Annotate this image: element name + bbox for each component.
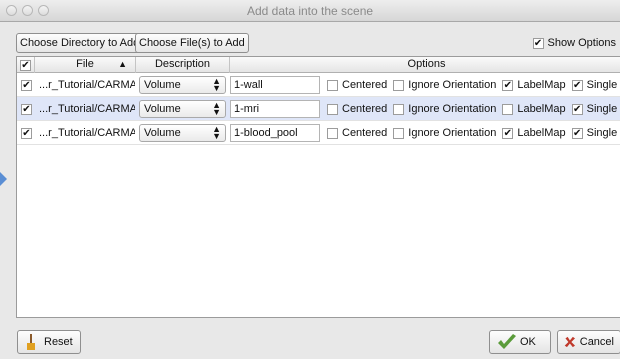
choose-directory-button[interactable]: Choose Directory to Add xyxy=(16,33,144,53)
cancel-label: Cancel xyxy=(579,336,614,348)
updown-arrows-icon: ▲ ▼ xyxy=(212,124,221,141)
file-path: ...r_Tutorial/CARMA- xyxy=(39,103,135,115)
centered-checkbox[interactable] xyxy=(327,79,338,91)
ignore-orientation-label: Ignore Orientation xyxy=(408,103,497,115)
single-file-label: Single File xyxy=(586,103,620,115)
updown-arrows-icon: ▲ ▼ xyxy=(212,76,221,93)
select-all-column[interactable]: ✔ xyxy=(17,57,35,73)
file-path: ...r_Tutorial/CARMA- xyxy=(39,127,135,139)
collapse-arrow-icon xyxy=(0,172,7,186)
reset-label: Reset xyxy=(44,336,73,348)
description-select[interactable]: Volume ▲ ▼ xyxy=(139,100,226,118)
file-path: ...r_Tutorial/CARMA- xyxy=(39,79,135,91)
row-select-checkbox[interactable]: ✔ xyxy=(21,79,32,91)
table-header: ✔ File ▲ Description Options xyxy=(17,57,620,73)
single-file-checkbox[interactable]: ✔ xyxy=(571,79,583,91)
labelmap-label: LabelMap xyxy=(517,127,566,139)
row-select-cell: ✔ xyxy=(21,121,32,145)
options-cell: Centered Ignore Orientation LabelMap ✔ Si… xyxy=(327,97,620,121)
single-file-option[interactable]: ✔Single File xyxy=(571,127,620,139)
centered-label: Centered xyxy=(342,103,388,115)
single-file-checkbox[interactable]: ✔ xyxy=(571,127,583,139)
show-options-label: Show Options xyxy=(547,37,616,49)
checkmark-arrow-icon xyxy=(498,334,516,349)
single-file-label: Single File xyxy=(586,79,620,91)
ignore-orientation-label: Ignore Orientation xyxy=(408,127,497,139)
data-table: ✔ File ▲ Description Options ✔ ...r_Tuto… xyxy=(16,56,620,318)
description-select[interactable]: Volume ▲ ▼ xyxy=(139,124,226,142)
name-cell: 1-blood_pool xyxy=(230,121,320,145)
options-cell: Centered Ignore Orientation ✔ LabelMap ✔ S… xyxy=(327,121,620,145)
select-all-checkbox[interactable]: ✔ xyxy=(20,59,31,71)
centered-checkbox[interactable] xyxy=(327,127,338,139)
ok-button[interactable]: OK xyxy=(489,330,551,354)
reset-button[interactable]: Reset xyxy=(17,330,81,354)
centered-label: Centered xyxy=(342,127,388,139)
labelmap-option[interactable]: LabelMap xyxy=(502,103,566,115)
node-name-input[interactable]: 1-mri xyxy=(230,100,320,118)
cancel-button[interactable]: Cancel xyxy=(557,330,620,354)
centered-option[interactable]: Centered xyxy=(327,127,387,139)
labelmap-option[interactable]: ✔ LabelMap xyxy=(502,127,566,139)
table-row[interactable]: ✔ ...r_Tutorial/CARMA- Volume ▲ ▼ 1-mri Ce… xyxy=(17,97,620,121)
labelmap-label: LabelMap xyxy=(517,103,566,115)
description-value: Volume xyxy=(144,127,181,139)
ignore-orientation-option[interactable]: Ignore Orientation xyxy=(393,103,496,115)
labelmap-label: LabelMap xyxy=(517,79,566,91)
table-row[interactable]: ✔ ...r_Tutorial/CARMA- Volume ▲ ▼ 1-wall C… xyxy=(17,73,620,97)
cancel-x-icon xyxy=(564,336,576,348)
description-cell: Volume ▲ ▼ xyxy=(139,73,226,97)
options-cell: Centered Ignore Orientation ✔ LabelMap ✔ S… xyxy=(327,73,620,97)
node-name-input[interactable]: 1-wall xyxy=(230,76,320,94)
description-cell: Volume ▲ ▼ xyxy=(139,121,226,145)
centered-checkbox[interactable] xyxy=(327,103,338,115)
file-header-label: File xyxy=(76,58,94,70)
single-file-option[interactable]: ✔Single File xyxy=(571,103,620,115)
name-cell: 1-mri xyxy=(230,97,320,121)
row-select-checkbox[interactable]: ✔ xyxy=(21,103,32,115)
row-select-cell: ✔ xyxy=(21,73,32,97)
file-column-header[interactable]: File ▲ xyxy=(35,57,136,73)
description-value: Volume xyxy=(144,103,181,115)
description-cell: Volume ▲ ▼ xyxy=(139,97,226,121)
ignore-orientation-checkbox[interactable] xyxy=(393,103,405,115)
choose-files-button[interactable]: Choose File(s) to Add xyxy=(135,33,249,53)
centered-option[interactable]: Centered xyxy=(327,103,387,115)
options-column-header[interactable]: Options xyxy=(230,57,620,73)
ignore-orientation-option[interactable]: Ignore Orientation xyxy=(393,127,496,139)
ignore-orientation-option[interactable]: Ignore Orientation xyxy=(393,79,496,91)
node-name-input[interactable]: 1-blood_pool xyxy=(230,124,320,142)
labelmap-option[interactable]: ✔ LabelMap xyxy=(502,79,566,91)
show-options-checkbox[interactable]: ✔ xyxy=(532,37,544,49)
labelmap-checkbox[interactable]: ✔ xyxy=(502,127,514,139)
ignore-orientation-checkbox[interactable] xyxy=(393,79,405,91)
description-value: Volume xyxy=(144,79,181,91)
description-column-header[interactable]: Description xyxy=(136,57,230,73)
row-select-cell: ✔ xyxy=(21,97,32,121)
ignore-orientation-label: Ignore Orientation xyxy=(408,79,497,91)
single-file-checkbox[interactable]: ✔ xyxy=(571,103,583,115)
broom-icon xyxy=(27,334,35,350)
labelmap-checkbox[interactable] xyxy=(502,103,514,115)
centered-label: Centered xyxy=(342,79,388,91)
sort-ascending-icon: ▲ xyxy=(118,59,127,69)
single-file-option[interactable]: ✔Single File xyxy=(571,79,620,91)
labelmap-checkbox[interactable]: ✔ xyxy=(502,79,514,91)
title-bar: Add data into the scene xyxy=(0,0,620,22)
updown-arrows-icon: ▲ ▼ xyxy=(212,100,221,117)
ignore-orientation-checkbox[interactable] xyxy=(393,127,405,139)
description-select[interactable]: Volume ▲ ▼ xyxy=(139,76,226,94)
ok-label: OK xyxy=(520,336,536,348)
row-select-checkbox[interactable]: ✔ xyxy=(21,127,32,139)
window-title: Add data into the scene xyxy=(246,4,374,18)
table-row[interactable]: ✔ ...r_Tutorial/CARMA- Volume ▲ ▼ 1-blood_… xyxy=(17,121,620,145)
single-file-label: Single File xyxy=(586,127,620,139)
show-options-toggle[interactable]: ✔ Show Options xyxy=(532,37,616,49)
name-cell: 1-wall xyxy=(230,73,320,97)
centered-option[interactable]: Centered xyxy=(327,79,387,91)
